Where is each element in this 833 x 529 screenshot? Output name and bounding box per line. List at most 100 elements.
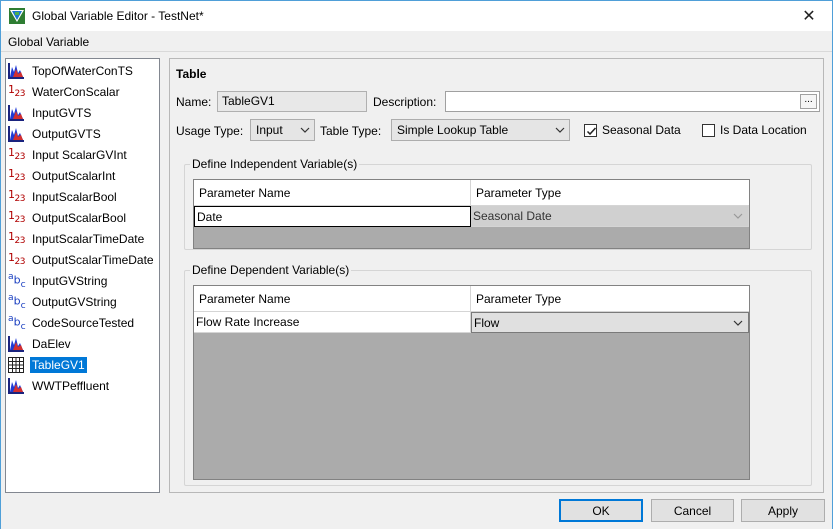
numeric-icon: 123 bbox=[8, 167, 25, 184]
list-item-label: InputGVTS bbox=[32, 105, 92, 120]
list-item-label: WaterConScalar bbox=[32, 84, 120, 99]
list-item[interactable]: TopOfWaterConTS bbox=[8, 61, 135, 80]
table-type-value: Simple Lookup Table bbox=[397, 123, 509, 137]
timeseries-icon bbox=[8, 335, 26, 353]
list-item-label: InputScalarTimeDate bbox=[32, 231, 145, 246]
apply-button[interactable]: Apply bbox=[741, 499, 825, 522]
timeseries-icon bbox=[8, 125, 26, 143]
list-item-label: CodeSourceTested bbox=[32, 315, 135, 330]
list-item-label: OutputScalarBool bbox=[32, 210, 127, 225]
timeseries-icon bbox=[8, 62, 26, 80]
title-bar: Global Variable Editor - TestNet* ✕ bbox=[0, 0, 833, 31]
description-label: Description: bbox=[373, 95, 437, 109]
list-item-label: WWTPeffluent bbox=[32, 378, 110, 393]
chevron-down-icon bbox=[733, 213, 743, 219]
column-header-parameter-type[interactable]: Parameter Type bbox=[471, 180, 749, 206]
string-icon: abc bbox=[8, 292, 26, 311]
name-value: TableGV1 bbox=[222, 94, 275, 108]
list-item[interactable]: 123 WaterConScalar bbox=[8, 82, 122, 101]
string-icon: abc bbox=[8, 313, 26, 332]
usage-type-select[interactable]: Input bbox=[250, 119, 315, 141]
chevron-down-icon bbox=[300, 127, 310, 133]
list-item[interactable]: TableGV1 bbox=[8, 355, 87, 374]
list-item[interactable]: abc InputGVString bbox=[8, 271, 109, 290]
parameter-name-cell[interactable]: Flow Rate Increase bbox=[194, 312, 471, 333]
column-header-parameter-type[interactable]: Parameter Type bbox=[471, 286, 749, 312]
list-item[interactable]: WWTPeffluent bbox=[8, 376, 111, 395]
seasonal-data-label: Seasonal Data bbox=[602, 123, 681, 137]
name-field[interactable]: TableGV1 bbox=[217, 91, 367, 112]
menu-global-variable[interactable]: Global Variable bbox=[8, 35, 89, 49]
close-button[interactable]: ✕ bbox=[786, 1, 832, 31]
list-item[interactable]: InputGVTS bbox=[8, 103, 93, 122]
variable-list[interactable]: TopOfWaterConTS 123 WaterConScalar InputGVT… bbox=[5, 58, 160, 493]
numeric-icon: 123 bbox=[8, 251, 25, 268]
menu-bar: Global Variable bbox=[0, 31, 833, 52]
numeric-icon: 123 bbox=[8, 188, 25, 205]
dependent-variables-group: Define Dependent Variable(s) Parameter N… bbox=[184, 263, 812, 486]
list-item-label: TopOfWaterConTS bbox=[32, 63, 133, 78]
list-item[interactable]: abc CodeSourceTested bbox=[8, 313, 136, 332]
dependent-grid-header: Parameter Name Parameter Type bbox=[194, 286, 749, 312]
table-row: Flow Rate Increase Flow bbox=[194, 312, 749, 333]
independent-variables-legend: Define Independent Variable(s) bbox=[190, 157, 360, 171]
list-item-label: OutputGVTS bbox=[32, 126, 101, 141]
table-row: Date Seasonal Date bbox=[194, 206, 749, 227]
list-item-label: OutputGVString bbox=[32, 294, 117, 309]
list-item-label: DaElev bbox=[32, 336, 71, 351]
list-item-label: OutputScalarInt bbox=[32, 168, 116, 183]
parameter-type-cell[interactable]: Seasonal Date bbox=[471, 206, 749, 227]
list-item-label: TableGV1 bbox=[30, 356, 87, 373]
checkmark-icon bbox=[586, 126, 597, 135]
ok-button[interactable]: OK bbox=[559, 499, 643, 522]
detail-panel: Table Name: TableGV1 Description: ... Us… bbox=[169, 58, 824, 493]
list-item[interactable]: 123 OutputScalarBool bbox=[8, 208, 128, 227]
parameter-type-value: Flow bbox=[474, 316, 500, 330]
cancel-button[interactable]: Cancel bbox=[651, 499, 734, 522]
timeseries-icon bbox=[8, 377, 26, 395]
description-browse-button[interactable]: ... bbox=[800, 94, 817, 109]
close-icon: ✕ bbox=[802, 8, 816, 25]
list-item-label: Input ScalarGVInt bbox=[32, 147, 127, 162]
parameter-type-value: Seasonal Date bbox=[473, 209, 552, 223]
independent-grid-header: Parameter Name Parameter Type bbox=[194, 180, 749, 206]
chevron-down-icon bbox=[555, 127, 565, 133]
list-item[interactable]: 123 OutputScalarTimeDate bbox=[8, 250, 156, 269]
numeric-icon: 123 bbox=[8, 209, 25, 226]
list-item-label: InputGVString bbox=[32, 273, 108, 288]
list-item[interactable]: OutputGVTS bbox=[8, 124, 103, 143]
panel-heading: Table bbox=[176, 67, 207, 81]
window-title: Global Variable Editor - TestNet* bbox=[32, 9, 204, 23]
list-item[interactable]: abc OutputGVString bbox=[8, 292, 119, 311]
app-icon bbox=[9, 8, 25, 24]
parameter-name-cell[interactable]: Date bbox=[194, 206, 471, 227]
usage-type-value: Input bbox=[256, 123, 283, 137]
list-item[interactable]: 123 InputScalarTimeDate bbox=[8, 229, 146, 248]
list-item[interactable]: 123 InputScalarBool bbox=[8, 187, 119, 206]
parameter-type-cell[interactable]: Flow bbox=[471, 312, 749, 333]
chevron-down-icon bbox=[733, 320, 743, 326]
is-data-location-box[interactable] bbox=[702, 123, 715, 137]
numeric-icon: 123 bbox=[8, 146, 25, 163]
numeric-icon: 123 bbox=[8, 83, 25, 100]
seasonal-data-box[interactable] bbox=[584, 123, 597, 137]
table-type-label: Table Type: bbox=[320, 124, 382, 138]
column-header-parameter-name[interactable]: Parameter Name bbox=[194, 180, 471, 206]
numeric-icon: 123 bbox=[8, 230, 25, 247]
table-type-select[interactable]: Simple Lookup Table bbox=[391, 119, 570, 141]
list-item[interactable]: 123 Input ScalarGVInt bbox=[8, 145, 129, 164]
independent-variables-grid: Parameter Name Parameter Type Date Seaso… bbox=[193, 179, 750, 249]
table-icon bbox=[8, 356, 26, 374]
list-item[interactable]: 123 OutputScalarInt bbox=[8, 166, 117, 185]
is-data-location-checkbox[interactable]: Is Data Location bbox=[702, 123, 807, 137]
window-border-left bbox=[0, 31, 1, 529]
seasonal-data-checkbox[interactable]: Seasonal Data bbox=[584, 123, 681, 137]
list-item[interactable]: DaElev bbox=[8, 334, 73, 353]
column-header-parameter-name[interactable]: Parameter Name bbox=[194, 286, 471, 312]
usage-type-label: Usage Type: bbox=[176, 124, 244, 138]
is-data-location-label: Is Data Location bbox=[720, 123, 807, 137]
description-field[interactable]: ... bbox=[445, 91, 820, 112]
timeseries-icon bbox=[8, 104, 26, 122]
dependent-variables-grid: Parameter Name Parameter Type Flow Rate … bbox=[193, 285, 750, 480]
independent-variables-group: Define Independent Variable(s) Parameter… bbox=[184, 157, 812, 250]
